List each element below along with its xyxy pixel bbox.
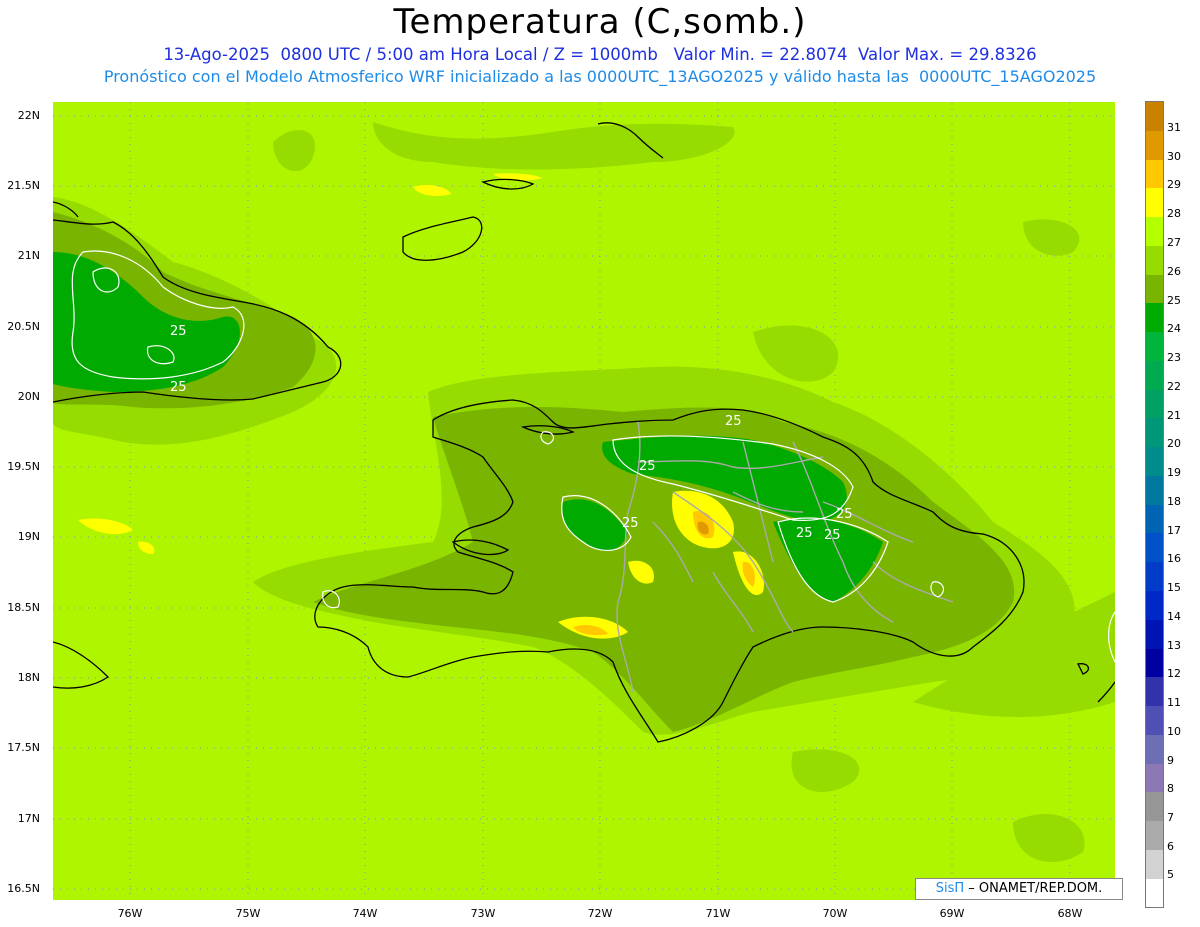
colorbar-swatch	[1146, 102, 1163, 131]
contour-label: 25	[725, 414, 742, 429]
lat-label: 21.5N	[7, 179, 40, 192]
colorbar-swatch	[1146, 792, 1163, 822]
lon-label: 75W	[235, 907, 261, 920]
colorbar-swatch	[1146, 878, 1163, 908]
colorbar-label: 11	[1167, 696, 1181, 709]
colorbar-swatch	[1146, 533, 1163, 563]
lat-label: 18N	[17, 671, 40, 684]
colorbar-swatch	[1146, 303, 1163, 333]
colorbar-label: 19	[1167, 466, 1181, 479]
lat-label: 19.5N	[7, 460, 40, 473]
colorbar-label: 27	[1167, 236, 1181, 249]
colorbar-label: 12	[1167, 667, 1181, 680]
colorbar-swatch	[1146, 188, 1163, 218]
colorbar-label: 15	[1167, 581, 1181, 594]
colorbar-label: 31	[1167, 121, 1181, 134]
colorbar-swatch	[1146, 245, 1163, 275]
lat-label: 18.5N	[7, 601, 40, 614]
colorbar-swatch	[1146, 648, 1163, 678]
contour-label: 25	[622, 516, 639, 531]
colorbar-label: 25	[1167, 294, 1181, 307]
colorbar-swatch	[1146, 418, 1163, 448]
colorbar-swatch	[1146, 447, 1163, 476]
contour-label: 25	[170, 380, 187, 395]
colorbar-label: 7	[1167, 811, 1174, 824]
colorbar-label: 13	[1167, 639, 1181, 652]
colorbar-swatch	[1146, 677, 1163, 707]
colorbar-swatch	[1146, 217, 1163, 246]
lon-label: 69W	[939, 907, 965, 920]
lon-label: 73W	[470, 907, 496, 920]
colorbar-label: 20	[1167, 437, 1181, 450]
colorbar-label: 29	[1167, 178, 1181, 191]
forecast-time-line: 13-Ago-2025 0800 UTC / 5:00 am Hora Loca…	[163, 45, 1037, 64]
colorbar-label: 24	[1167, 322, 1181, 335]
colorbar-swatch	[1146, 849, 1163, 879]
colorbar-label: 14	[1167, 610, 1181, 623]
colorbar-swatch	[1146, 332, 1163, 361]
lon-label: 70W	[822, 907, 848, 920]
colorbar-label: 26	[1167, 265, 1181, 278]
colorbar	[1145, 101, 1164, 909]
lon-label: 72W	[587, 907, 613, 920]
organization-text: – ONAMET/REP.DOM.	[968, 881, 1103, 896]
colorbar-swatch	[1146, 389, 1163, 419]
lat-label: 22N	[17, 109, 40, 122]
colorbar-label: 28	[1167, 207, 1181, 220]
contour-label: 25	[836, 507, 853, 522]
model-info-line: Pronóstico con el Modelo Atmosferico WRF…	[103, 67, 1097, 86]
brand-logo-text: SisΠ	[935, 881, 965, 896]
lat-label: 20N	[17, 390, 40, 403]
credit-box: SisΠ – ONAMET/REP.DOM.	[915, 878, 1123, 900]
colorbar-swatch	[1146, 763, 1163, 793]
colorbar-swatch	[1146, 475, 1163, 505]
lat-label: 20.5N	[7, 320, 40, 333]
temperature-map[interactable]: 25 25 25 25 25 25 25 25	[53, 102, 1115, 900]
contour-label: 25	[824, 528, 841, 543]
colorbar-swatch	[1146, 130, 1163, 160]
colorbar-label: 22	[1167, 380, 1181, 393]
colorbar-swatch	[1146, 591, 1163, 620]
lon-label: 68W	[1057, 907, 1083, 920]
colorbar-label: 30	[1167, 150, 1181, 163]
colorbar-swatch	[1146, 360, 1163, 390]
lat-label: 19N	[17, 530, 40, 543]
colorbar-label: 16	[1167, 552, 1181, 565]
colorbar-label: 21	[1167, 409, 1181, 422]
colorbar-label: 8	[1167, 782, 1174, 795]
lat-label: 17.5N	[7, 741, 40, 754]
lon-label: 76W	[117, 907, 143, 920]
colorbar-swatch	[1146, 619, 1163, 649]
lat-label: 21N	[17, 249, 40, 262]
lat-label: 16.5N	[7, 882, 40, 895]
colorbar-label: 18	[1167, 495, 1181, 508]
contour-label: 25	[170, 324, 187, 339]
colorbar-label: 9	[1167, 754, 1174, 767]
contour-label: 25	[796, 526, 813, 541]
colorbar-label: 10	[1167, 725, 1181, 738]
colorbar-label: 6	[1167, 840, 1174, 853]
colorbar-swatch	[1146, 159, 1163, 189]
colorbar-swatch	[1146, 734, 1163, 764]
colorbar-label: 23	[1167, 351, 1181, 364]
colorbar-label: 17	[1167, 524, 1181, 537]
map-title: Temperatura (C,somb.)	[393, 2, 807, 42]
lon-label: 71W	[705, 907, 731, 920]
temp-band-25	[53, 212, 1015, 732]
colorbar-swatch	[1146, 274, 1163, 304]
lon-label: 74W	[352, 907, 378, 920]
colorbar-swatch	[1146, 821, 1163, 850]
map-canvas	[53, 102, 1115, 900]
colorbar-label: 5	[1167, 868, 1174, 881]
colorbar-swatch	[1146, 562, 1163, 592]
colorbar-swatch	[1146, 706, 1163, 735]
contour-label: 25	[639, 459, 656, 474]
colorbar-swatch	[1146, 504, 1163, 534]
lat-label: 17N	[17, 812, 40, 825]
